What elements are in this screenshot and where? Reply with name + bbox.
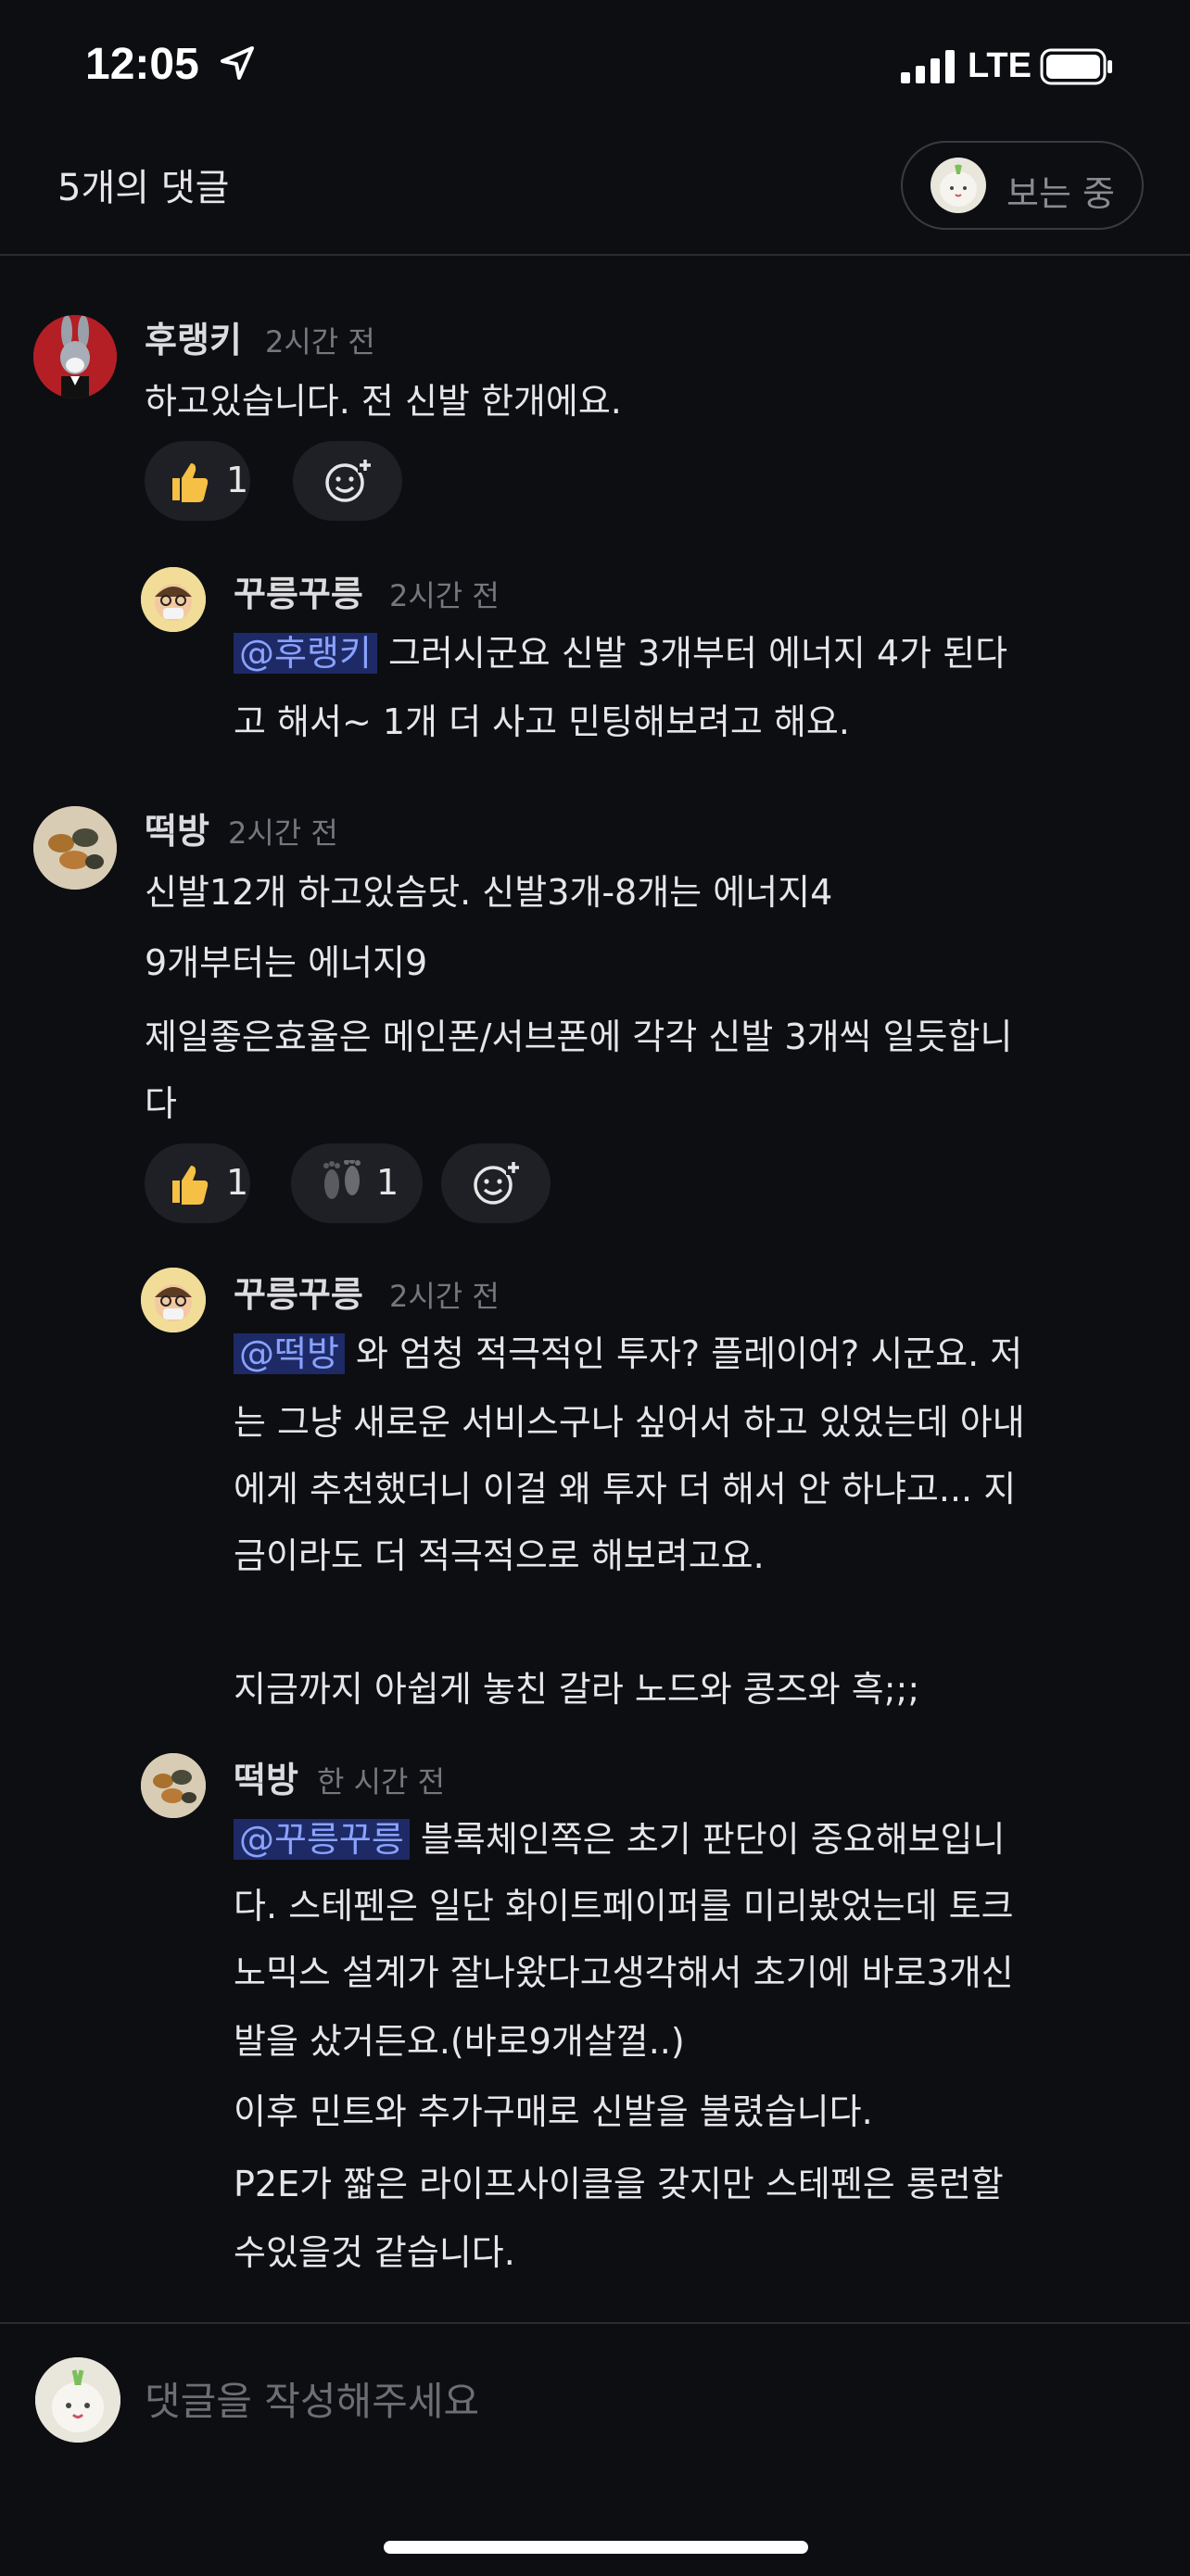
- comment-text-line: P2E가 짧은 라이프사이클을 갖지만 스테펜은 롱런할: [234, 2164, 1004, 2204]
- comment-time: 2시간 전: [265, 324, 375, 360]
- memoji-avatar-icon: [141, 1268, 206, 1332]
- comment-count-title: 5개의 댓글: [57, 167, 230, 209]
- comment-time: 2시간 전: [228, 815, 338, 851]
- memoji-avatar-icon: [141, 567, 206, 632]
- add-emoji-icon: [474, 1160, 521, 1205]
- add-reaction-button[interactable]: [441, 1143, 551, 1223]
- comment-text-line: 에게 추천했더니 이걸 왜 투자 더 해서 안 하냐고... 지: [234, 1469, 1017, 1509]
- viewer-avatar: [930, 158, 986, 213]
- thumbs-up-icon: [165, 1160, 211, 1210]
- reaction-footprints[interactable]: 1: [291, 1143, 423, 1223]
- comments-header: 5개의 댓글 보는 중: [0, 130, 1190, 256]
- comment-time: 한 시간 전: [317, 1764, 446, 1799]
- author-name[interactable]: 떡방: [234, 1751, 298, 1802]
- reaction-thumbs-up[interactable]: 1: [145, 441, 250, 521]
- viewing-button[interactable]: 보는 중: [901, 141, 1144, 230]
- comment-text-line: 블록체인쪽은 초기 판단이 중요해보입니: [409, 1819, 1006, 1860]
- comment-text-line: 는 그냥 새로운 서비스구나 싶어서 하고 있었는데 아내: [234, 1402, 1025, 1443]
- viewing-label: 보는 중: [1006, 173, 1115, 214]
- comment-time: 2시간 전: [389, 578, 500, 613]
- mention-tag[interactable]: @떡방: [234, 1333, 345, 1374]
- radish-character-icon: [35, 2357, 120, 2443]
- status-bar: 12:05 LTE: [0, 0, 1190, 130]
- home-indicator: [384, 2541, 808, 2554]
- comment-text-line: 그러시군요 신발 3개부터 에너지 4가 된다: [376, 633, 1008, 674]
- comment-text-line: 금이라도 더 적극적으로 해보려고요.: [234, 1535, 765, 1576]
- author-name[interactable]: 꾸릉꾸릉: [234, 565, 363, 616]
- add-emoji-icon: [325, 458, 373, 502]
- comment-text-line: 노믹스 설계가 잘나왔다고생각해서 초기에 바로3개신: [234, 1952, 1014, 1993]
- avatar[interactable]: [33, 806, 117, 890]
- comment-text-line: 다: [145, 1083, 177, 1124]
- comment-text: @후랭키 그러시군요 신발 3개부터 에너지 4가 된다: [234, 619, 1007, 688]
- comment-text: @떡방 와 엄청 적극적인 투자? 플레이어? 시군요. 저: [234, 1320, 1022, 1388]
- location-arrow-icon: [221, 46, 254, 80]
- add-reaction-button[interactable]: [293, 441, 402, 521]
- footprints-icon: [317, 1158, 369, 1210]
- comment-text-line: 다. 스테펜은 일단 화이트페이퍼를 미리봤었는데 토크: [234, 1886, 1014, 1926]
- status-time: 12:05: [85, 40, 199, 89]
- food-avatar-icon: [33, 806, 117, 890]
- my-avatar: [35, 2357, 120, 2443]
- mention-tag[interactable]: @후랭키: [234, 633, 377, 674]
- avatar[interactable]: [141, 1268, 206, 1332]
- comment-text-line: 신발12개 하고있슴닷. 신발3개-8개는 에너지4: [145, 872, 833, 913]
- comment-text-line: 수있을것 같습니다.: [234, 2232, 515, 2273]
- avatar[interactable]: [141, 1753, 206, 1818]
- avatar[interactable]: [141, 567, 206, 632]
- comment-text-line: 와 엄청 적극적인 투자? 플레이어? 시군요. 저: [344, 1333, 1023, 1374]
- comment-text-line: 9개부터는 에너지9: [145, 942, 428, 983]
- reaction-count: 1: [226, 1162, 249, 1203]
- comment-text-line: 고 해서~ 1개 더 사고 민팅해보려고 해요.: [234, 701, 850, 742]
- battery-icon: [1040, 48, 1112, 85]
- food-avatar-icon: [141, 1753, 206, 1818]
- comment-time: 2시간 전: [389, 1279, 500, 1314]
- mention-tag[interactable]: @꾸릉꾸릉: [234, 1819, 410, 1860]
- signal-icon: [901, 50, 955, 83]
- comment-input[interactable]: 댓글을 작성해주세요: [145, 2370, 479, 2427]
- comment-text: @꾸릉꾸릉 블록체인쪽은 초기 판단이 중요해보입니: [234, 1805, 1005, 1874]
- reaction-count: 1: [226, 460, 249, 500]
- comment-text-line: 발을 샀거든요.(바로9개살껄..): [234, 2021, 685, 2062]
- avatar[interactable]: [33, 315, 117, 398]
- thumbs-up-icon: [165, 458, 211, 508]
- comment-text-line: 지금까지 아쉽게 놓친 갈라 노드와 콩즈와 흑;;;: [234, 1669, 920, 1710]
- author-name[interactable]: 후랭키: [145, 311, 242, 362]
- author-name[interactable]: 떡방: [145, 802, 209, 853]
- author-name[interactable]: 꾸릉꾸릉: [234, 1266, 363, 1317]
- radish-character-icon: [940, 164, 977, 207]
- reaction-thumbs-up[interactable]: 1: [145, 1143, 250, 1223]
- comment-text-line: 제일좋은효율은 메인폰/서브폰에 각각 신발 3개씩 일듯합니: [145, 1017, 1013, 1057]
- network-label: LTE: [968, 46, 1032, 85]
- reaction-count: 1: [376, 1162, 399, 1203]
- comment-text-line: 이후 민트와 추가구매로 신발을 불렸습니다.: [234, 2091, 873, 2132]
- comment-composer: 댓글을 작성해주세요: [0, 2322, 1190, 2576]
- bunny-avatar-icon: [33, 315, 117, 398]
- comment-text: 하고있습니다. 전 신발 한개에요.: [145, 381, 622, 422]
